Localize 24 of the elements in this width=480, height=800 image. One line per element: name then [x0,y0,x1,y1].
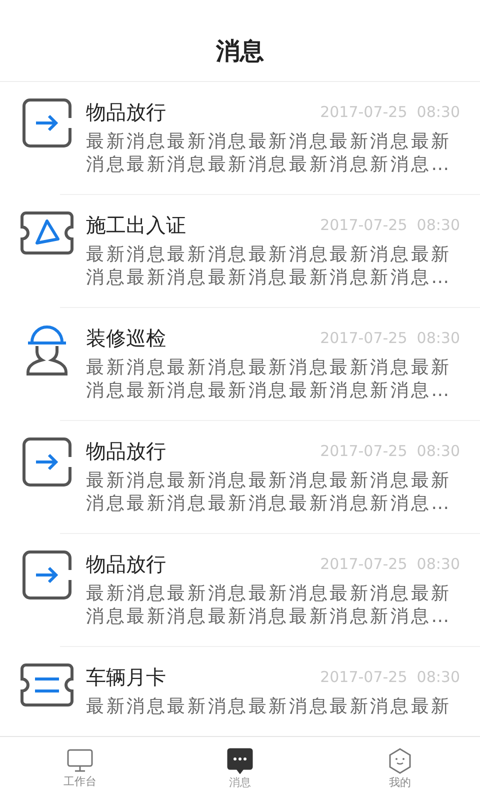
message-preview: 最新消息最新消息最新消息最新消息最新消息最新消息最新消息最新消息新消息… [86,469,452,515]
card-icon [20,663,74,707]
message-title: 装修巡检 [86,324,166,352]
message-title: 物品放行 [86,550,166,578]
message-preview: 最新消息最新消息最新消息最新消息最新消息最新消息最新消息最新消息新消息… [86,356,452,402]
message-preview: 最新消息最新消息最新消息最新消息最新消息最新消息最新消息最新消息新消息… [86,130,452,176]
tab[interactable]: 我的 [320,737,480,800]
message-title: 施工出入证 [86,212,186,238]
chat-bubble-icon [227,748,253,774]
worker-icon [24,324,70,376]
hexagon-face-icon [388,748,412,774]
arrow-box-icon [22,98,72,148]
message-title: 车辆月卡 [86,664,166,690]
page-title: 消息 [216,36,264,67]
message-title: 物品放行 [86,438,166,464]
message-preview: 最新消息最新消息最新消息最新消息最新消息最新消息最新消息最新消息新消息… [86,243,452,289]
message-preview: 最新消息最新消息最新消息最新消息最新 [86,695,452,718]
arrow-box-icon [22,550,72,600]
monitor-icon [67,748,93,772]
message-preview: 最新消息最新消息最新消息最新消息最新消息最新消息最新消息最新消息新消息… [86,582,452,628]
ticket-icon [20,211,74,255]
tab[interactable]: 工作台 [0,737,160,800]
arrow-box-icon [22,437,72,487]
message-title: 物品放行 [86,98,166,126]
